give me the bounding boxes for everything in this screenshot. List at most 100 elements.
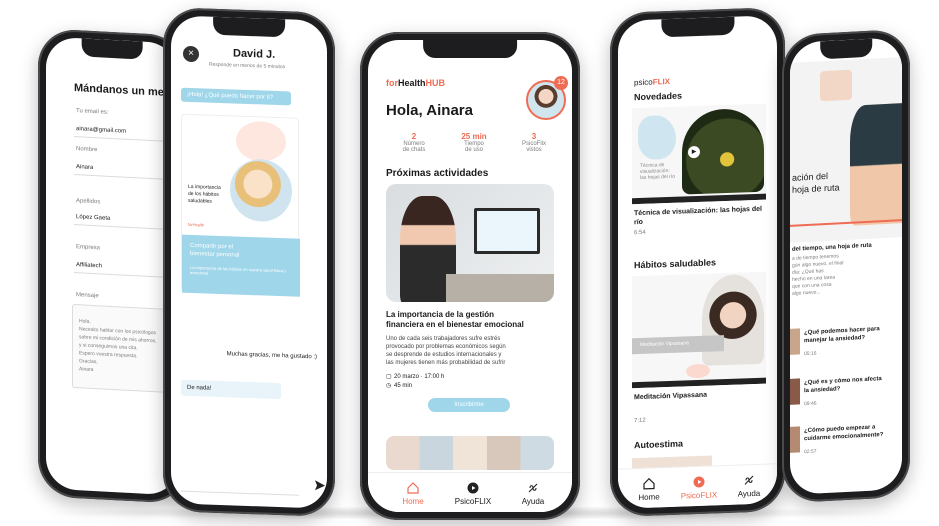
nav-help[interactable]: Ayuda [508, 482, 558, 506]
activity-date: 20 marzo · 17:00 h [394, 374, 445, 380]
psicoflix-logo: psicoFLIX [634, 77, 670, 87]
name-field[interactable]: Ainara [76, 164, 93, 172]
section-self-esteem: Autoestima [634, 438, 684, 451]
play-icon [693, 476, 705, 488]
agent-bubble: ¡Hola! ¿Qué puedo hacer por ti? [181, 87, 291, 106]
related-duration: 05:16 [804, 350, 817, 358]
card-photo-woman [230, 158, 292, 223]
message-line: Gracias, [79, 358, 98, 366]
activity-title-line: financiera en el bienestar emocional [386, 320, 524, 329]
nav-psicoflix[interactable]: PsicoFLIX [674, 475, 724, 501]
video-duration: 7:12 [634, 417, 646, 425]
activity-desc-line: las mujeres tienen más probabilidad de s… [386, 360, 506, 366]
thumb-blob [638, 114, 676, 161]
nav-label: Home [402, 497, 424, 506]
phone-notch [660, 16, 735, 38]
send-icon[interactable] [313, 478, 327, 492]
activity-desc-line: provocado por problemas económicos según [386, 344, 506, 350]
thumb-overlay-line: las hojas del río [640, 173, 676, 182]
phone-chat: × David J. Responde en menos de 5 minuto… [163, 6, 335, 518]
surname-field[interactable]: López Gaeta [76, 214, 110, 223]
agent-answer-text: De nada! [187, 384, 212, 392]
surname-label: Apellidos [76, 198, 101, 206]
activity-desc-line: se desprende de estudios internacionales… [386, 352, 502, 358]
thumb-blob [686, 363, 710, 379]
thumb-photo [702, 273, 764, 366]
related-title-line[interactable]: ¿Qué es y cómo nos afecta [804, 376, 882, 387]
activity-image[interactable] [386, 184, 554, 302]
enroll-button[interactable]: Inscribirme [428, 398, 510, 412]
section-novedades: Novedades [634, 90, 683, 103]
nav-label: PsicoFLIX [680, 490, 718, 501]
card-title-line: saludables [188, 197, 212, 205]
related-thumb[interactable] [790, 426, 800, 453]
people-collage-image[interactable] [386, 436, 554, 470]
brand-prefix: for [386, 78, 398, 88]
nav-label: Ayuda [521, 497, 545, 506]
nav-psicoflix[interactable]: PsicoFLIX [448, 482, 498, 506]
stat-value: 25 min [461, 132, 487, 141]
agent-bubble-text: ¡Hola! ¿Qué puedo hacer por ti? [187, 91, 274, 101]
company-field[interactable]: Affiliatech [76, 262, 102, 270]
chat-input[interactable] [181, 475, 299, 496]
shared-content-card[interactable]: La importancia de los hábitos saludables… [181, 113, 300, 297]
company-label: Empresa [76, 244, 101, 252]
mockup-stage: Mándanos un mensaje Tu email es: ainara@… [0, 0, 939, 526]
chat-contact-status: Responde en menos de 5 minutos [209, 61, 286, 71]
clock-icon: ◷ [386, 383, 392, 389]
contact-form-screen: Mándanos un mensaje Tu email es: ainara@… [46, 36, 178, 496]
phone-home: forHealthHUB 12 Hola, Ainara 2 Número de… [360, 32, 580, 520]
chat-contact-name: David J. [233, 47, 276, 61]
video-progress-track[interactable] [632, 377, 766, 389]
bottom-nav: Home PsicoFLIX Ayuda [618, 463, 777, 509]
related-thumb[interactable] [790, 378, 800, 405]
phone-video-detail: ación del hoja de ruta del tiempo, una h… [782, 28, 910, 504]
home-screen: forHealthHUB 12 Hola, Ainara 2 Número de… [368, 40, 572, 512]
stat-chats: 2 Número de chats [386, 132, 442, 153]
agent-answer-bubble: De nada! [181, 379, 281, 400]
email-label: Tu email es: [76, 108, 109, 116]
stat-usage-time: 25 min Tiempo de uso [446, 132, 502, 153]
video-thumbnail-meditation[interactable]: Meditación Vipassana [632, 271, 766, 389]
logo-prefix: psico [634, 77, 653, 88]
video-title-line: río [634, 218, 643, 227]
email-underline [74, 136, 168, 142]
nav-label: PsicoFLIX [454, 497, 492, 506]
activity-duration: 45 min [394, 383, 413, 389]
related-thumb[interactable] [790, 328, 800, 355]
home-icon [643, 477, 655, 490]
related-title-line[interactable]: la ansiedad? [804, 386, 840, 395]
message-line: Ainara [79, 366, 94, 374]
bottom-nav: Home PsicoFLIX Ayuda [368, 472, 572, 512]
stat-value: 3 [531, 132, 537, 141]
desk [446, 274, 554, 302]
section-healthy-habits: Hábitos saludables [634, 257, 717, 271]
hero-title-line: ación del [792, 170, 829, 183]
video-title-line: Técnica de visualización: las hojas del [634, 205, 762, 218]
greeting: Hola, Ainara [386, 102, 473, 119]
help-icon [744, 475, 754, 485]
nav-home[interactable]: Home [388, 482, 438, 506]
nav-label: Home [638, 492, 660, 503]
nav-label: Ayuda [737, 488, 761, 499]
video-thumbnail-leaves[interactable]: ▶ Técnica de visualización: las hojas de… [632, 103, 766, 205]
related-duration: 02:57 [804, 448, 817, 456]
activity-desc-line: Uno de cada seis trabajadores sufre estr… [386, 336, 501, 342]
nav-home[interactable]: Home [624, 477, 674, 503]
close-icon[interactable]: × [183, 45, 199, 63]
brand-logo: forHealthHUB [386, 78, 445, 88]
play-icon [467, 482, 479, 494]
phone-notch [213, 16, 285, 38]
stat-psicoflix-viewed: 3 PsicoFlix vistos [506, 132, 562, 153]
notification-badge[interactable]: 12 [554, 76, 568, 90]
nav-help[interactable]: Ayuda [724, 473, 774, 499]
name-label: Nombre [76, 146, 98, 154]
video-hero[interactable]: ación del hoja de ruta [790, 57, 902, 243]
video-duration: 6:54 [634, 229, 646, 237]
message-label: Mensaje [76, 292, 99, 300]
video-progress-track[interactable] [632, 193, 766, 205]
email-field[interactable]: ainara@gmail.com [76, 126, 126, 136]
logo-main: FLIX [652, 76, 671, 87]
phone-notch [81, 38, 143, 60]
stat-label: de chats [402, 147, 426, 153]
